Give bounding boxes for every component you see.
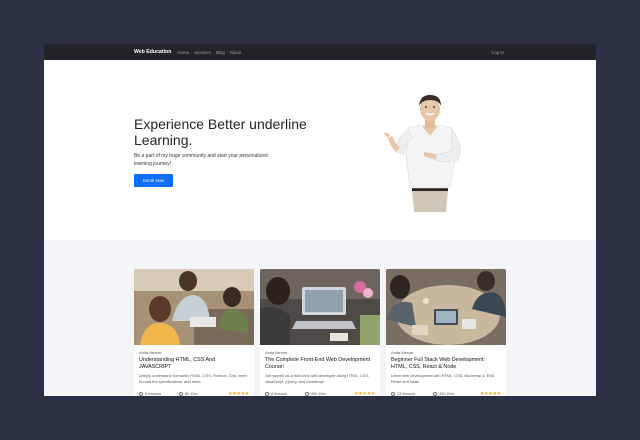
brand-logo[interactable]: Web Education <box>134 49 171 55</box>
course-author: Anita Mercer <box>139 350 162 355</box>
course-description: Get started as a front-end web developer… <box>265 373 370 384</box>
course-lessons: 8 lessons <box>271 392 288 396</box>
nav-link-about[interactable]: About <box>230 50 241 55</box>
hero-subtitle: Be a part of my huge community and start… <box>134 153 268 167</box>
course-description: Learn web development with HTML, CSS, Bo… <box>391 373 494 384</box>
lessons-icon <box>391 392 395 396</box>
course-lessons: 5 lessons <box>145 392 162 396</box>
hero-section: Experience Better underline Learning. Be… <box>44 60 596 240</box>
course-meta: 5 lessons 8h 12m ★★★★★ <box>139 391 249 396</box>
course-card[interactable]: Anita Mercer The Complete Front-End Web … <box>260 269 380 396</box>
clock-icon <box>305 392 310 396</box>
course-title[interactable]: Beginner Full Stack Web Development: HTM… <box>391 357 501 370</box>
course-meta: 23 lessons 33h 20m ★★★★★ <box>391 391 501 396</box>
hero-text: Experience Better underline Learning. Be… <box>134 116 324 187</box>
course-title[interactable]: Understanding HTML, CSS And JAVASCRIPT <box>139 357 249 370</box>
course-lessons: 23 lessons <box>397 392 416 396</box>
login-link[interactable]: Log In <box>492 50 504 55</box>
rating-stars: ★★★★★ <box>228 391 249 396</box>
course-duration: 40h 19m <box>311 392 326 396</box>
course-image <box>134 269 254 345</box>
lessons-icon <box>139 392 143 396</box>
course-meta: 8 lessons 40h 19m ★★★★★ <box>265 391 375 396</box>
course-duration: 33h 20m <box>439 392 454 396</box>
course-title[interactable]: The Complete Front-End Web Development C… <box>265 357 375 370</box>
lessons-icon <box>265 392 269 396</box>
course-author: Anita Mercer <box>391 350 414 355</box>
hero-person-image <box>384 95 461 212</box>
enroll-now-button[interactable]: Enroll Now <box>134 174 174 187</box>
browser-page: Web Education Home Services Blog About L… <box>44 44 596 396</box>
clock-icon <box>433 392 438 396</box>
course-image <box>386 269 506 345</box>
nav-link-blog[interactable]: Blog <box>216 50 225 55</box>
clock-icon <box>179 392 184 396</box>
nav-link-services[interactable]: Services <box>194 50 211 55</box>
course-author: Anita Mercer <box>265 350 288 355</box>
course-card[interactable]: Anita Mercer Understanding HTML, CSS And… <box>134 269 254 396</box>
nav-link-home[interactable]: Home <box>177 50 189 55</box>
course-image <box>260 269 380 345</box>
rating-stars: ★★★★★ <box>480 391 501 396</box>
navbar: Web Education Home Services Blog About L… <box>44 44 596 60</box>
course-duration: 8h 12m <box>185 392 198 396</box>
hero-title: Experience Better underline Learning. <box>134 116 307 148</box>
course-description: Deeply understand Semantic HTML, CSS, Fl… <box>139 373 247 384</box>
rating-stars: ★★★★★ <box>354 391 375 396</box>
courses-section: Anita Mercer Understanding HTML, CSS And… <box>44 240 596 396</box>
course-card[interactable]: Anita Mercer Beginner Full Stack Web Dev… <box>386 269 506 396</box>
